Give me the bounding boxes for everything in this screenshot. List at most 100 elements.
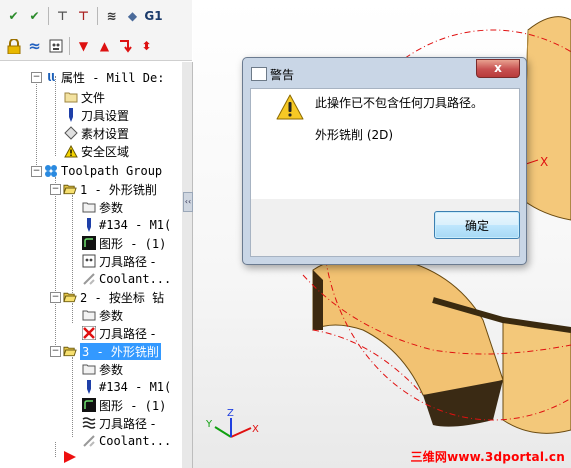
waves-button[interactable]: ≋ (102, 7, 121, 26)
tree-item-label: 素材设置 (81, 126, 130, 141)
dialog-detail: 外形铣削 (2D) (315, 128, 394, 142)
expand-toggle[interactable]: − (31, 72, 42, 83)
g1-button[interactable]: G1 (144, 7, 163, 26)
tree-item-op1-geometry[interactable]: 图形 - (1) (82, 234, 166, 252)
tree-item-label: 2 - 按坐标 钻 (80, 290, 165, 305)
toolbar-separator (48, 7, 49, 25)
tree-item-op3-geometry[interactable]: 图形 - (1) (82, 396, 166, 414)
insert-arrow[interactable] (63, 448, 77, 466)
expand-toggle[interactable]: − (31, 166, 42, 177)
tree-item-label: 属性 - Mill De: (61, 70, 165, 85)
coolant-icon (49, 39, 62, 53)
warning-icon (64, 144, 78, 158)
folder-icon (82, 362, 96, 376)
folder-icon (64, 90, 78, 104)
sort-button[interactable]: ⬍ (137, 37, 156, 56)
waves-icon: ≋ (106, 9, 117, 23)
tree-item-op3-params[interactable]: 参数 (82, 360, 123, 378)
part-axis-x-label: X (540, 155, 548, 169)
expand-toggle[interactable]: − (50, 346, 61, 357)
coolant-button[interactable] (46, 37, 65, 56)
expand-toggle[interactable]: − (50, 292, 61, 303)
tool-icon (82, 218, 96, 232)
move-to-button[interactable] (116, 37, 135, 56)
close-button[interactable]: x (476, 59, 520, 78)
tree-item-stock-settings[interactable]: 素材设置 (64, 124, 129, 142)
tree-item-properties[interactable]: 𝗹𝗹 属性 - Mill De: (44, 68, 164, 86)
tool-button[interactable]: ⊤ (53, 7, 72, 26)
g1-label: G1 (144, 9, 163, 23)
open-folder-icon (63, 290, 77, 304)
tree-item-file[interactable]: 文件 (64, 88, 105, 106)
folder-icon (82, 200, 96, 214)
toolpath-waves-button[interactable]: ≈ (25, 37, 44, 56)
app-icon (251, 67, 267, 81)
tree-item-label: 图形 - (1) (99, 398, 167, 413)
tree-item-label: Coolant... (99, 272, 172, 286)
tree-item-safe-zone[interactable]: 安全区域 (64, 142, 129, 160)
tree-connector (55, 442, 56, 457)
tree-connector (36, 72, 37, 167)
tree-item-label: 参数 (99, 362, 124, 377)
collapse-panel-button[interactable]: ‹‹ (183, 192, 193, 212)
tree-item-label: Coolant... (99, 434, 172, 448)
arrow-up-icon: ▲ (99, 39, 110, 53)
move-up-button[interactable]: ▲ (95, 37, 114, 56)
tree-connector (72, 357, 73, 437)
tree-item-tool-settings[interactable]: 刀具设置 (64, 106, 129, 124)
properties-icon: 𝗹𝗹 (47, 70, 55, 84)
cube-button[interactable]: ◆ (123, 7, 142, 26)
tree-item-op3-tool[interactable]: #134 - M1( (82, 378, 171, 396)
tree-item-op2-params[interactable]: 参数 (82, 306, 123, 324)
check-all-icon: ✔ (8, 9, 19, 23)
triad-x-label: X (252, 424, 259, 435)
toolpath-waves-icon: ≈ (28, 37, 41, 55)
tree-item-label: 文件 (81, 90, 106, 105)
lock-button[interactable] (4, 37, 23, 56)
part-top-face (522, 16, 571, 221)
tree-connector (55, 76, 56, 156)
part-right-face (502, 319, 571, 434)
tree-item-toolpath-group[interactable]: Toolpath Group (44, 162, 162, 180)
tree-item-op1[interactable]: 1 - 外形铣削 (63, 180, 157, 198)
tree-item-op3-toolpath[interactable]: 刀具路径 - (82, 414, 155, 432)
tree-item-op1-tool[interactable]: #134 - M1( (82, 216, 171, 234)
tree-item-label: 刀具设置 (81, 108, 130, 123)
tree-item-op2-toolpath[interactable]: 刀具路径 - (82, 324, 155, 342)
toolbar-row-2: ≈ ▼ ▲ ⬍ (4, 34, 156, 58)
sort-icon: ⬍ (141, 39, 152, 53)
check-selected-button[interactable]: ✔ (25, 7, 44, 26)
tree-connector (72, 195, 73, 295)
dialog-titlebar[interactable]: 警告 x (243, 58, 526, 88)
panel-splitter[interactable]: ‹‹ (182, 62, 193, 468)
tree-item-label: 参数 (99, 308, 124, 323)
tool-icon: ⊤ (57, 9, 68, 23)
toolpath-waves-icon (82, 416, 96, 430)
coolant-icon (82, 272, 96, 286)
tree-item-label: 刀具路径 - (99, 326, 156, 341)
coolant-icon (82, 434, 96, 448)
ok-button[interactable]: 确定 (434, 211, 520, 239)
tree-connector (72, 303, 73, 323)
toolpath-error-icon (82, 326, 96, 340)
geometry-icon (82, 398, 96, 412)
tree-item-op1-toolpath[interactable]: 刀具路径 - (82, 252, 155, 270)
tree-item-op2[interactable]: 2 - 按坐标 钻 (63, 288, 164, 306)
tree-item-label: 3 - 外形铣削 (80, 342, 161, 360)
triad-x-axis (230, 427, 252, 438)
check-all-button[interactable]: ✔ (4, 7, 23, 26)
move-to-icon (120, 40, 132, 53)
tool-delete-icon: ⊤ (78, 9, 89, 23)
tree-connector (55, 177, 56, 357)
tree-item-op1-coolant[interactable]: Coolant... (82, 270, 171, 288)
tree-item-op1-params[interactable]: 参数 (82, 198, 123, 216)
tree-item-label: 安全区域 (81, 144, 130, 159)
move-down-button[interactable]: ▼ (74, 37, 93, 56)
insert-arrow-icon (64, 451, 76, 463)
tree-item-op3[interactable]: 3 - 外形铣削 (63, 342, 161, 360)
tool-delete-button[interactable]: ⊤ (74, 7, 93, 26)
operations-tree[interactable]: − 𝗹𝗹 属性 - Mill De: 文件 刀具设置 素材设置 安全区域 − T… (0, 62, 183, 468)
expand-toggle[interactable]: − (50, 184, 61, 195)
tree-item-label: 刀具路径 - (99, 416, 156, 431)
tree-item-op3-coolant[interactable]: Coolant... (82, 432, 171, 450)
